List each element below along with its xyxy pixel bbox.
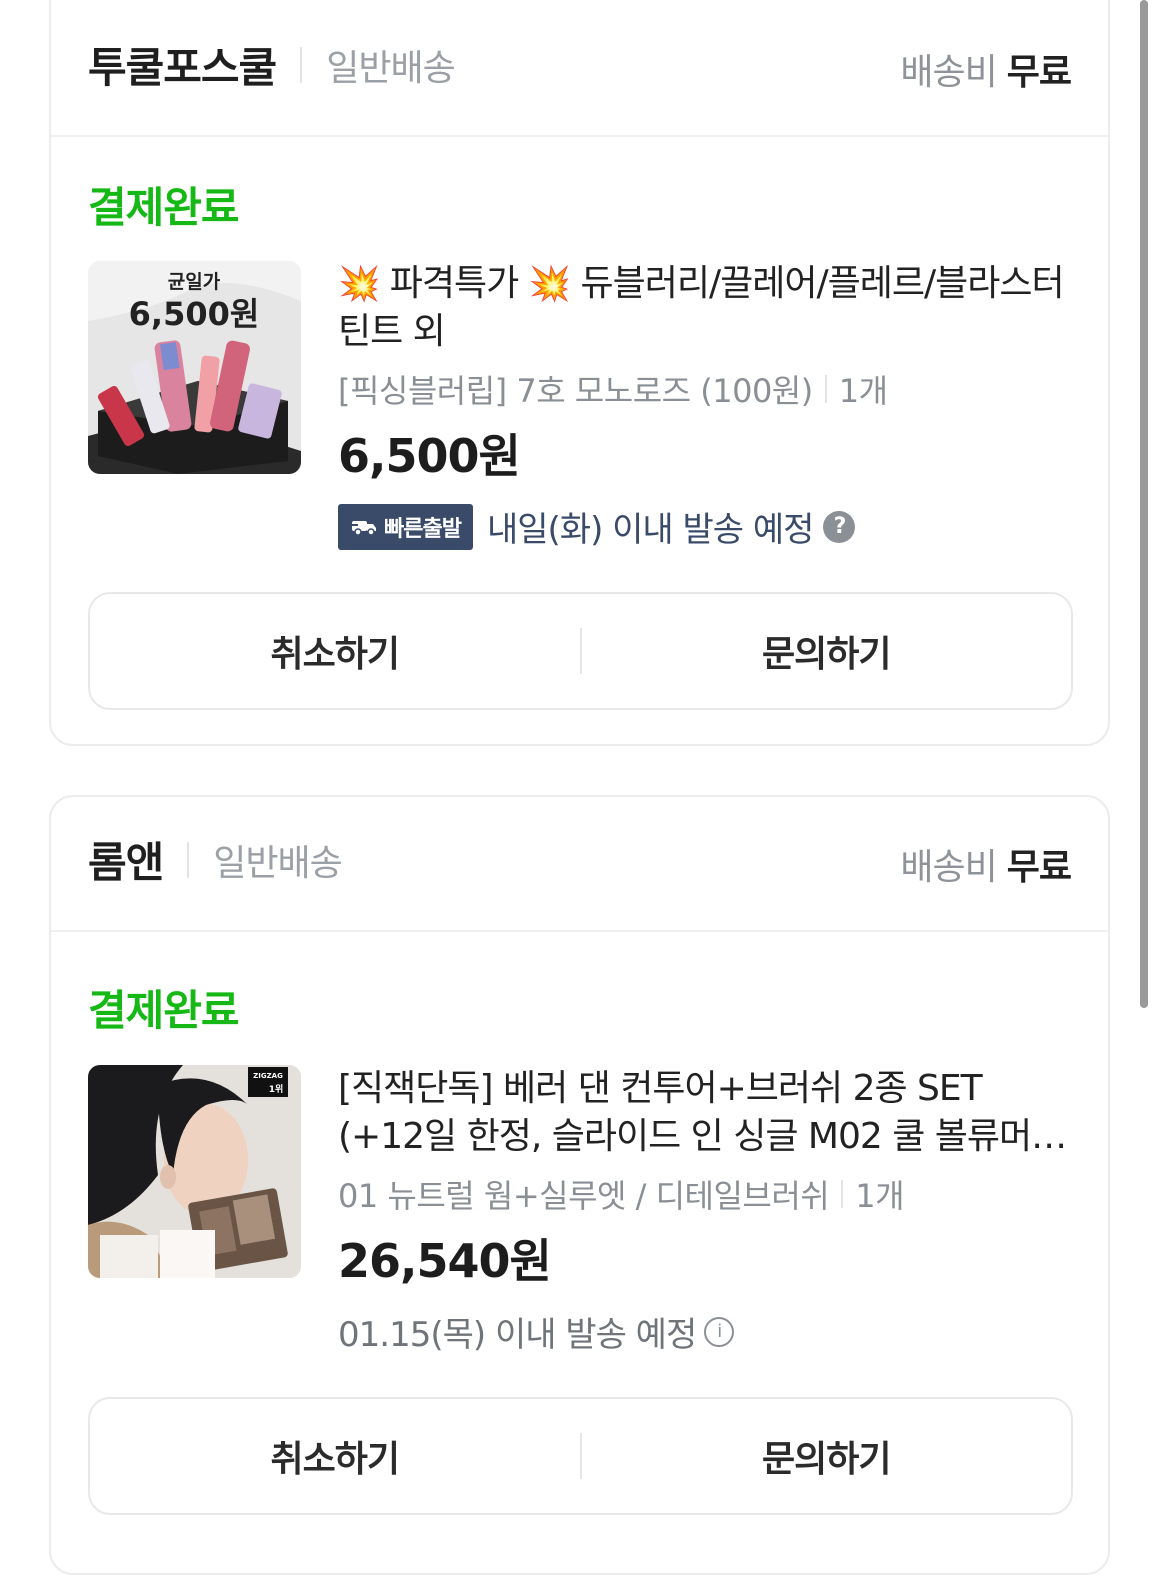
fast-shipping-badge: 빠른출발: [338, 503, 473, 550]
inquiry-button[interactable]: 문의하기: [582, 1399, 1072, 1513]
product-image: ZIGZAG 1위: [88, 1065, 301, 1278]
product-price: 26,540원: [338, 1234, 552, 1288]
product-title[interactable]: 💥 파격특가 💥 듀블러리/끌레어/플레르/블라스터 틴트 외: [338, 260, 1078, 356]
scrollbar[interactable]: [1140, 0, 1148, 1008]
thumbnail-price-label: 균일가: [168, 271, 221, 293]
store-name[interactable]: 투쿨포스쿨: [88, 34, 277, 95]
product-option: [픽싱블러립] 7호 모노로즈 (100원) 1개: [338, 366, 1078, 412]
shipping-type: 일반배송: [213, 842, 342, 884]
burst-emoji: 💥: [528, 264, 571, 304]
order-card: 투쿨포스쿨 일반배송 배송비 무료 결제완료 균일가 6,500원 💥 파격특가…: [49, 0, 1110, 746]
shipping-fee-label: 배송비: [900, 52, 997, 93]
product-thumbnail[interactable]: 균일가 6,500원: [88, 261, 301, 474]
info-icon[interactable]: i: [704, 1316, 735, 1347]
delivery-estimate: 01.15(목) 이내 발송 예정 i: [338, 1307, 1078, 1356]
delivery-text: 01.15(목) 이내 발송 예정: [338, 1315, 697, 1355]
shipping-type: 일반배송: [326, 47, 455, 89]
quantity: 1개: [838, 372, 888, 410]
question-icon[interactable]: ?: [823, 510, 856, 543]
thumbnail-price: 6,500원: [129, 295, 260, 333]
product-title-highlight: 파격특가: [389, 263, 519, 304]
order-status: 결제완료: [88, 183, 240, 232]
order-list-page: 투쿨포스쿨 일반배송 배송비 무료 결제완료 균일가 6,500원 💥 파격특가…: [0, 0, 1170, 1584]
shipping-fee: 배송비 무료: [900, 43, 1072, 95]
product-price: 6,500원: [338, 429, 521, 483]
shipping-fee: 배송비 무료: [900, 838, 1072, 890]
order-actions: 취소하기 문의하기: [88, 592, 1073, 710]
delivery-text: 내일(화) 이내 발송 예정: [486, 510, 814, 550]
truck-icon: [350, 520, 376, 536]
option-text: 01 뉴트럴 웜+실루엣 / 디테일브러쉬: [338, 1177, 830, 1215]
order-status: 결제완료: [88, 986, 240, 1035]
option-divider: [841, 1180, 844, 1208]
order-actions: 취소하기 문의하기: [88, 1397, 1073, 1515]
product-info[interactable]: [직잭단독] 베러 댄 컨투어+브러쉬 2종 SET (+12일 한정, 슬라이…: [338, 1065, 1078, 1356]
svg-text:1위: 1위: [269, 1083, 284, 1095]
product-image: 균일가 6,500원: [88, 261, 301, 474]
order-card: 롬앤 일반배송 배송비 무료 결제완료 ZIGZAG 1위 [직잭단독] 베러 …: [49, 795, 1110, 1575]
delivery-estimate: 빠른출발 내일(화) 이내 발송 예정 ?: [338, 502, 1078, 551]
cancel-button[interactable]: 취소하기: [90, 594, 580, 708]
header-divider: [187, 841, 190, 878]
shipping-fee-value: 무료: [1006, 52, 1072, 93]
option-text: [픽싱블러립] 7호 모노로즈 (100원): [338, 372, 813, 410]
product-info[interactable]: 💥 파격특가 💥 듀블러리/끌레어/플레르/블라스터 틴트 외 [픽싱블러립] …: [338, 260, 1078, 551]
zigzag-badge: ZIGZAG: [253, 1072, 283, 1080]
inquiry-button[interactable]: 문의하기: [582, 594, 1072, 708]
quantity: 1개: [855, 1177, 905, 1215]
shipping-fee-label: 배송비: [900, 847, 997, 888]
product-option: 01 뉴트럴 웜+실루엣 / 디테일브러쉬 1개: [338, 1171, 1078, 1217]
cancel-button[interactable]: 취소하기: [90, 1399, 580, 1513]
shipping-fee-value: 무료: [1006, 847, 1072, 888]
order-card-header: 롬앤 일반배송 배송비 무료: [51, 797, 1108, 932]
burst-emoji: 💥: [338, 264, 380, 304]
fast-shipping-label: 빠른출발: [384, 516, 462, 542]
product-title[interactable]: [직잭단독] 베러 댄 컨투어+브러쉬 2종 SET (+12일 한정, 슬라이…: [338, 1065, 1078, 1161]
product-thumbnail[interactable]: ZIGZAG 1위: [88, 1065, 301, 1278]
header-divider: [300, 46, 303, 83]
option-divider: [824, 375, 827, 403]
store-name[interactable]: 롬앤: [88, 829, 164, 890]
order-card-header: 투쿨포스쿨 일반배송 배송비 무료: [51, 0, 1108, 137]
